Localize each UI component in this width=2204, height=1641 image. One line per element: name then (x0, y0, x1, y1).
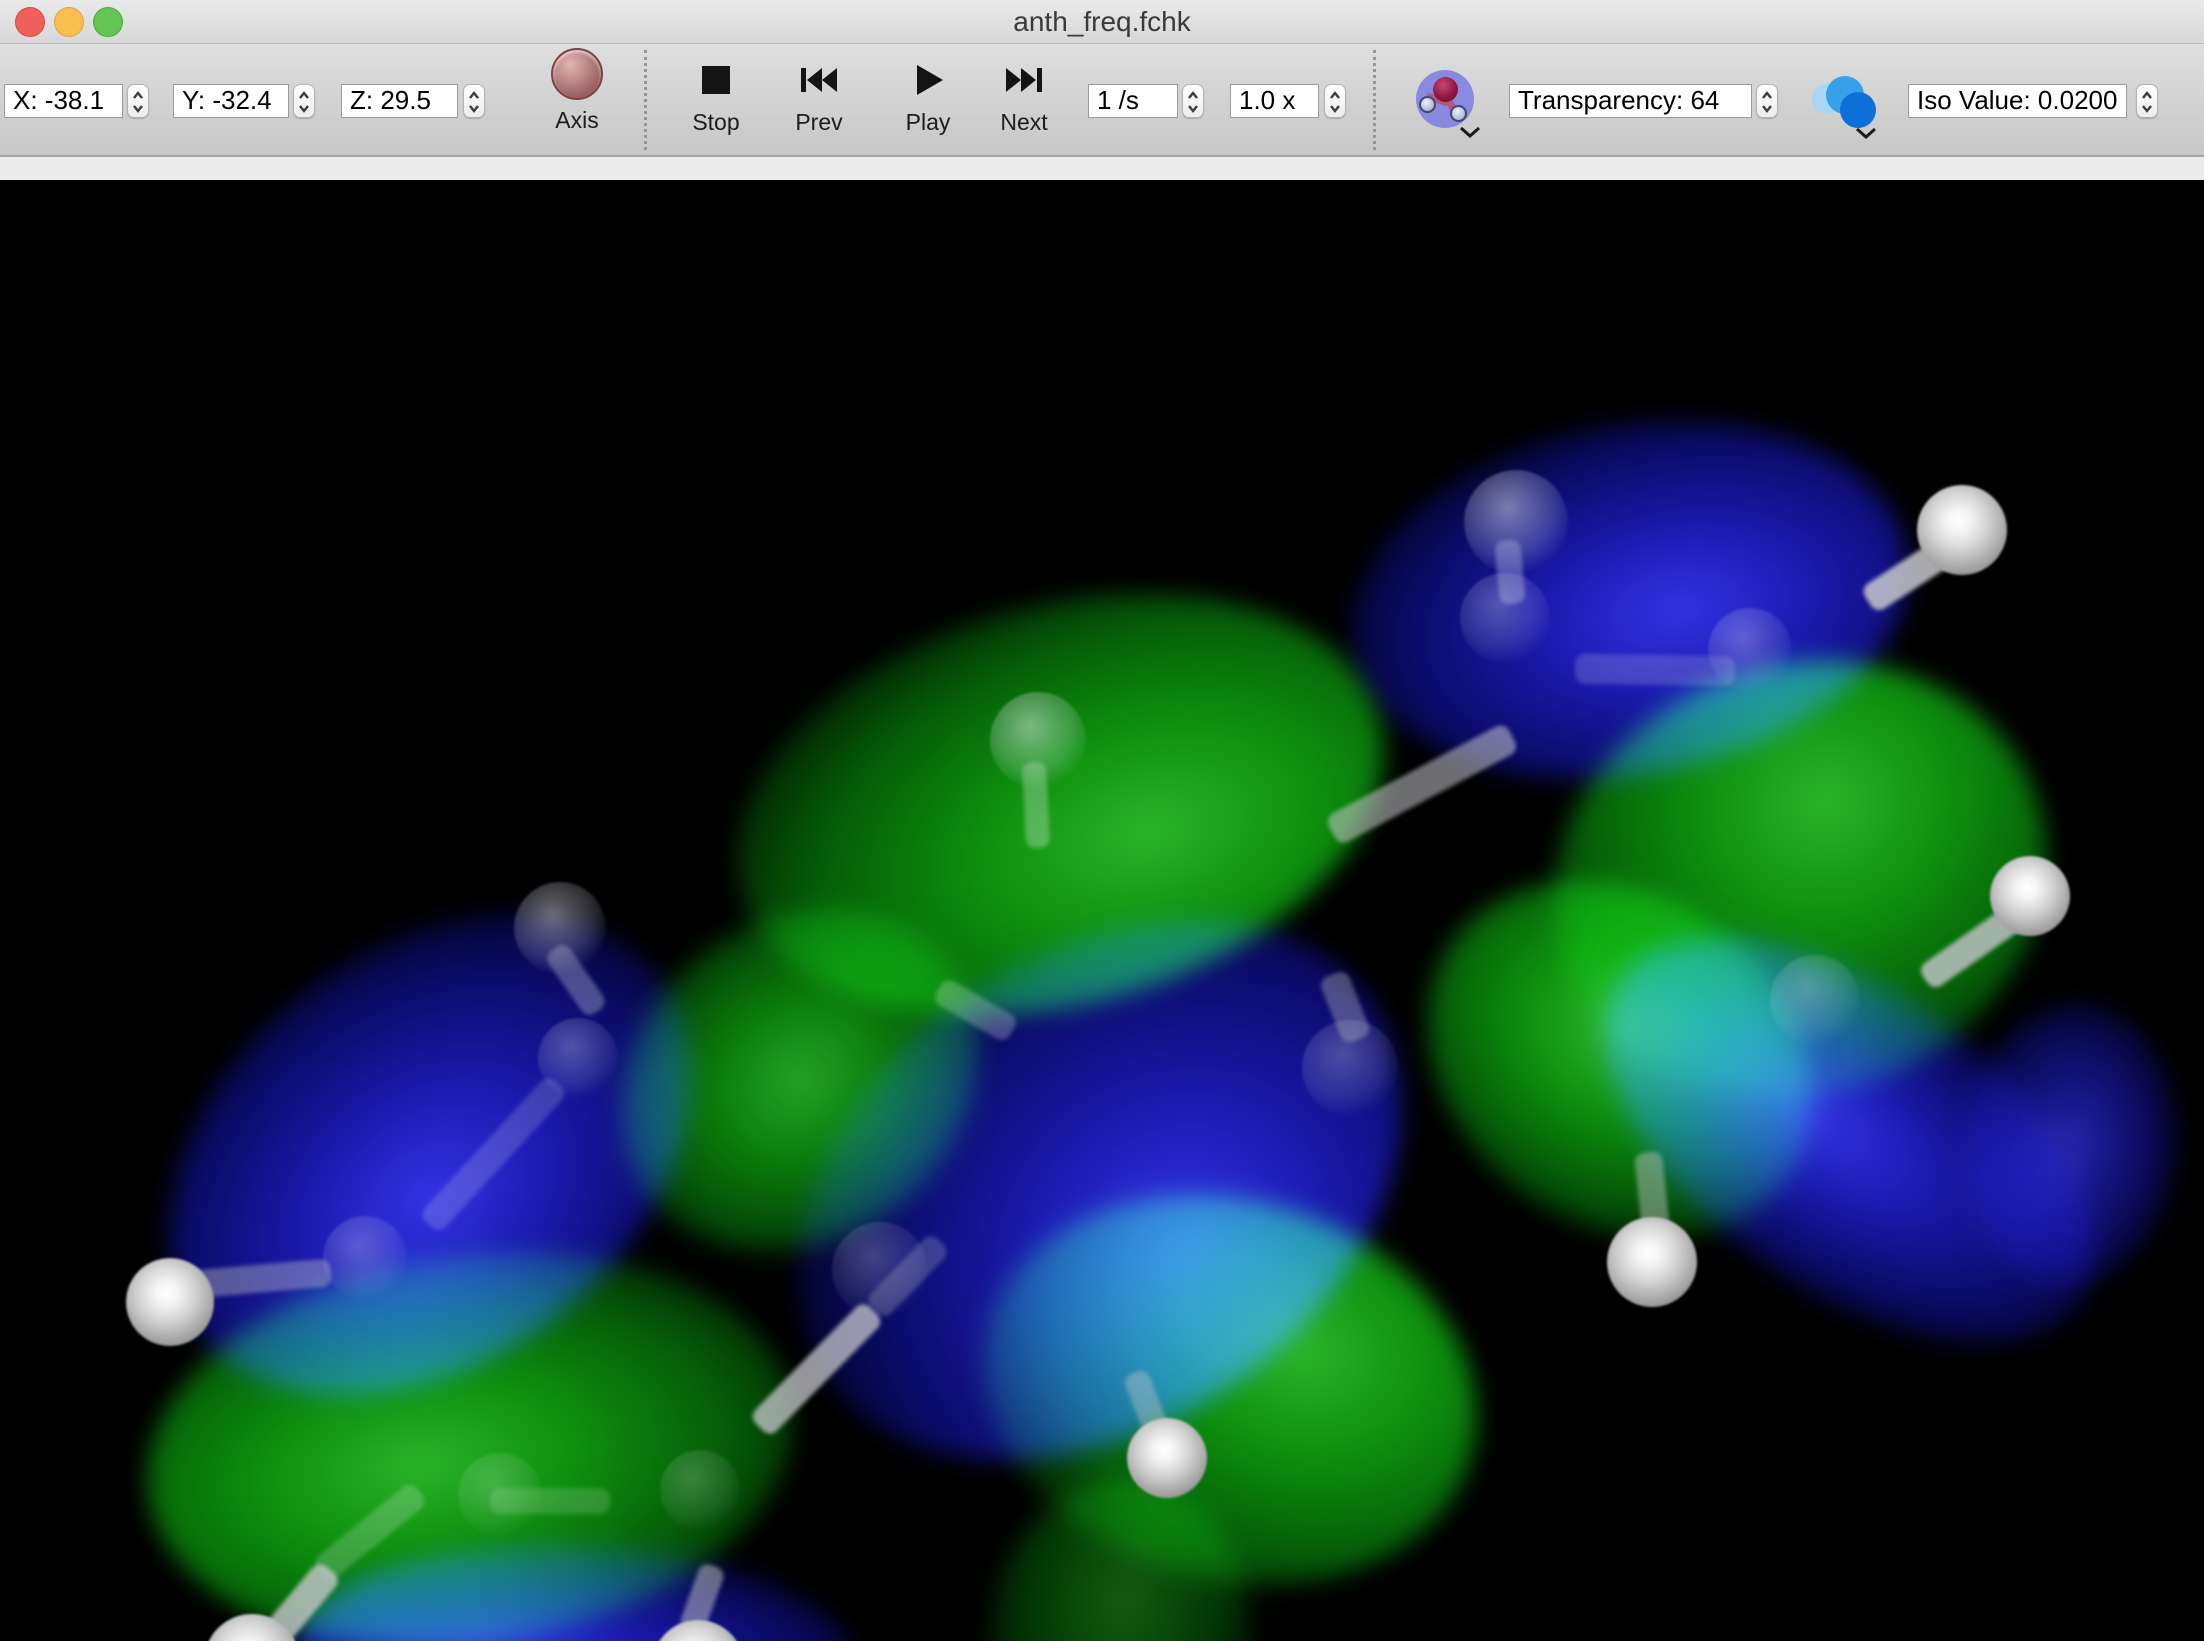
app-window: anth_freq.fchk X: -38.1 Y: -32.4 Z: 29.5… (0, 0, 2204, 1641)
axis-sphere-icon (551, 48, 603, 100)
prev-button[interactable]: Prev (777, 60, 861, 152)
rotation-x-field[interactable]: X: -38.1 (4, 84, 123, 118)
stop-button-label: Stop (692, 109, 739, 136)
rotation-y-field[interactable]: Y: -32.4 (173, 84, 289, 118)
transparency-stepper[interactable] (1756, 84, 1778, 118)
rotation-x-stepper[interactable] (127, 84, 149, 118)
axis-button-label: Axis (555, 107, 598, 134)
transparency-field[interactable]: Transparency: 64 (1509, 84, 1752, 118)
rotation-z-field[interactable]: Z: 29.5 (341, 84, 458, 118)
speed-field[interactable]: 1.0 x (1230, 84, 1319, 118)
skip-forward-icon (1002, 60, 1046, 100)
frame-rate-stepper[interactable] (1182, 84, 1204, 118)
speed-stepper[interactable] (1324, 84, 1346, 118)
viewport[interactable] (0, 180, 2204, 1641)
stop-button[interactable]: Stop (674, 60, 758, 152)
hydrogen-atom (1990, 856, 2070, 936)
surface-color-dropdown[interactable] (1806, 74, 1892, 144)
skip-back-icon (797, 60, 841, 100)
axis-button[interactable]: Axis (535, 48, 619, 152)
title-bar: anth_freq.fchk (0, 0, 2204, 44)
prev-button-label: Prev (795, 109, 842, 136)
play-button[interactable]: Play (886, 60, 970, 152)
stop-icon (696, 60, 736, 100)
play-icon (908, 60, 948, 100)
hydrogen-atom (652, 1620, 744, 1641)
iso-value-field[interactable]: Iso Value: 0.0200 (1908, 84, 2127, 118)
play-button-label: Play (906, 109, 951, 136)
hydrogen-atom (1607, 1217, 1697, 1307)
iso-value-stepper[interactable] (2136, 84, 2158, 118)
toolbar-separator (644, 50, 647, 150)
atoms-layer (0, 180, 2204, 1641)
surface-style-dropdown[interactable] (1416, 70, 1488, 144)
next-button[interactable]: Next (982, 60, 1066, 152)
rotation-z-stepper[interactable] (463, 84, 485, 118)
chevron-down-icon (1854, 126, 1878, 140)
toolbar-substrip (0, 157, 2204, 180)
hydrogen-atom (126, 1258, 214, 1346)
toolbar-separator (1373, 50, 1376, 150)
toolbar: X: -38.1 Y: -32.4 Z: 29.5 Axis Stop (0, 44, 2204, 157)
hydrogen-atom (1127, 1418, 1207, 1498)
rotation-y-stepper[interactable] (293, 84, 315, 118)
hydrogen-atom (1917, 485, 2007, 575)
chevron-down-icon (1458, 125, 1482, 139)
frame-rate-field[interactable]: 1 /s (1088, 84, 1178, 118)
next-button-label: Next (1000, 109, 1047, 136)
hydrogen-atom (204, 1614, 300, 1641)
window-title: anth_freq.fchk (0, 0, 2204, 44)
